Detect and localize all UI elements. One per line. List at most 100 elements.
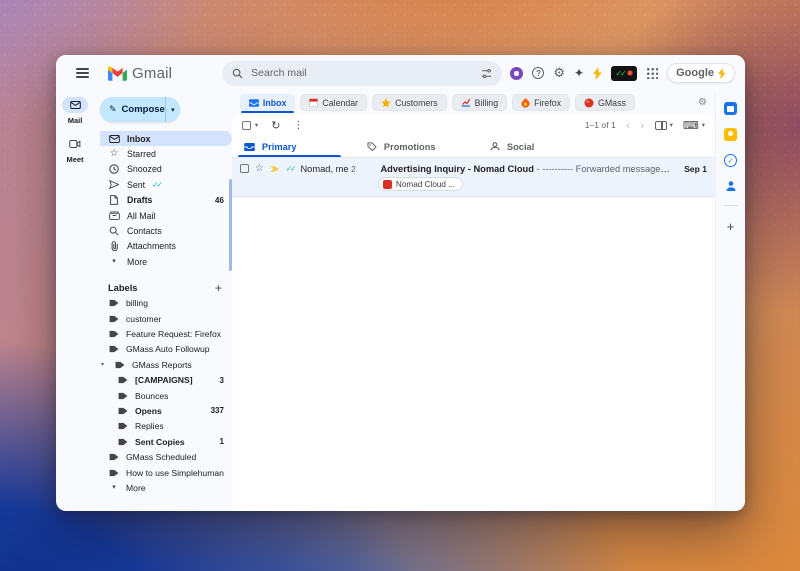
- tab-firefox[interactable]: Firefox: [512, 94, 570, 111]
- labels-more[interactable]: ▾ More: [100, 480, 232, 495]
- reading-pane-icon[interactable]: [654, 120, 667, 130]
- send-icon: [108, 180, 120, 190]
- tab-billing[interactable]: Billing: [451, 94, 508, 111]
- sent-copies-count: 1: [219, 437, 224, 447]
- email-row-line1: ☆ ✓✓ Nomad, me 2 Advertising Inquiry - N…: [239, 163, 707, 174]
- sidebar-scrollbar-thumb[interactable]: [228, 179, 232, 271]
- importance-marker-icon[interactable]: [269, 165, 280, 173]
- sidebar-item-all-mail[interactable]: All Mail: [100, 208, 232, 223]
- keep-panel-icon[interactable]: [724, 128, 737, 141]
- label-campaigns[interactable]: [CAMPAIGNS] 3: [100, 372, 232, 387]
- contacts-panel-icon[interactable]: [725, 180, 737, 192]
- star-icon: ☆: [109, 148, 119, 160]
- sidebar-item-inbox[interactable]: Inbox: [100, 131, 232, 147]
- google-account-pill[interactable]: Google: [667, 63, 735, 83]
- input-tools-keyboard-icon[interactable]: ⌨: [683, 119, 699, 132]
- google-apps-grid-icon[interactable]: [646, 67, 659, 79]
- label-gmass-auto-followup[interactable]: GMass Auto Followup: [100, 342, 232, 357]
- lightning-bolt-icon[interactable]: [593, 66, 603, 80]
- tab-calendar[interactable]: Calendar: [300, 94, 368, 111]
- category-tabs: Primary Promotions Social: [231, 136, 715, 158]
- search-bar[interactable]: Search mail: [222, 60, 503, 86]
- gmass-extension-icon[interactable]: ✓✓: [611, 65, 638, 81]
- sidebar-item-attachments[interactable]: Attachments: [100, 239, 232, 254]
- label-customer[interactable]: customer: [100, 311, 232, 326]
- select-dropdown-caret[interactable]: ▾: [255, 122, 258, 129]
- compose-button[interactable]: ✎ Compose ▾: [100, 97, 180, 122]
- search-options-icon[interactable]: [481, 68, 492, 79]
- search-placeholder: Search mail: [251, 67, 307, 79]
- gmail-window: Gmail Search mail ? ⚙ ✦ ✓✓ Google Mail M…: [56, 55, 745, 511]
- label-gmass-scheduled[interactable]: GMass Scheduled: [100, 449, 232, 464]
- gmail-m-icon: [108, 65, 127, 81]
- email-subject: Advertising Inquiry - Nomad Cloud: [380, 163, 534, 174]
- get-addons-button[interactable]: +: [727, 219, 735, 234]
- pdf-attachment-icon: [382, 179, 392, 189]
- compose-main[interactable]: ✎ Compose: [100, 104, 165, 115]
- more-options-icon[interactable]: ⋮: [293, 120, 303, 131]
- newer-page-icon[interactable]: ‹: [626, 119, 630, 132]
- older-page-icon[interactable]: ›: [640, 119, 644, 132]
- label-tag-icon: [117, 407, 129, 415]
- rail-item-mail[interactable]: Mail: [62, 97, 88, 125]
- reading-pane-caret[interactable]: ▾: [670, 122, 673, 129]
- label-replies[interactable]: Replies: [100, 419, 232, 434]
- settings-gear-icon[interactable]: ⚙: [553, 67, 565, 80]
- sidebar-item-drafts[interactable]: Drafts 46: [100, 193, 232, 208]
- calendar-panel-icon[interactable]: [724, 102, 737, 115]
- label-bounces[interactable]: Bounces: [100, 388, 232, 403]
- tasks-panel-icon[interactable]: ✓: [724, 154, 737, 167]
- gmail-header: Gmail Search mail ? ⚙ ✦ ✓✓ Google: [56, 55, 745, 91]
- help-icon[interactable]: ?: [532, 67, 545, 79]
- tab-inbox[interactable]: Inbox: [239, 94, 296, 113]
- tab-customers[interactable]: Customers: [372, 94, 447, 111]
- extension-icon-purple[interactable]: [510, 66, 524, 80]
- promotions-tag-icon: [367, 142, 377, 151]
- mail-pill: [62, 97, 88, 113]
- gemini-sparkle-icon[interactable]: ✦: [574, 67, 584, 79]
- mail-list-panel: ▾ ↻ ⋮ 1–1 of 1 ‹ › ▾ ⌨ ▾ Primary Promoti…: [231, 114, 715, 511]
- email-date: Sep 1: [684, 163, 707, 174]
- rail-mail-label: Mail: [67, 116, 83, 125]
- sidebar-item-contacts[interactable]: Contacts: [100, 223, 232, 238]
- sidebar-item-snoozed[interactable]: Snoozed: [100, 162, 232, 177]
- label-gmass-reports[interactable]: ▾ GMass Reports: [100, 357, 232, 372]
- email-row[interactable]: ☆ ✓✓ Nomad, me 2 Advertising Inquiry - N…: [231, 158, 715, 197]
- label-tag-icon: [108, 453, 120, 461]
- label-tag-icon: [108, 315, 120, 323]
- star-toggle-icon[interactable]: ☆: [255, 163, 264, 174]
- email-sender: Nomad, me 2: [300, 163, 356, 174]
- label-tag-icon: [117, 438, 129, 446]
- add-label-button[interactable]: +: [215, 281, 222, 295]
- input-tools-caret[interactable]: ▾: [702, 122, 705, 129]
- label-billing[interactable]: billing: [100, 296, 232, 311]
- rail-item-meet[interactable]: Meet: [62, 136, 88, 164]
- main-menu-icon[interactable]: [70, 61, 94, 85]
- sidebar-item-sent[interactable]: Sent ✓✓: [100, 177, 232, 192]
- sidebar-item-more[interactable]: ▾ More: [100, 254, 232, 269]
- collapse-arrow-icon[interactable]: ▾: [101, 361, 108, 368]
- tabstrip-settings-icon[interactable]: ⚙: [698, 97, 707, 108]
- refresh-icon[interactable]: ↻: [271, 119, 280, 132]
- label-feature-request-firefox[interactable]: Feature Request: Firefox: [100, 326, 232, 341]
- customers-star-icon: [381, 98, 391, 107]
- attachment-chip[interactable]: Nomad Cloud ...: [377, 177, 464, 191]
- select-all-checkbox[interactable]: [241, 120, 251, 130]
- email-row-line2: Nomad Cloud ...: [240, 177, 707, 191]
- paperclip-icon: [108, 241, 120, 252]
- tab-gmass[interactable]: GMass: [575, 94, 635, 111]
- thread-count: 2: [351, 163, 356, 174]
- chevron-down-icon: ▾: [112, 483, 116, 492]
- sidebar-item-starred[interactable]: ☆ Starred: [100, 146, 232, 161]
- email-checkbox[interactable]: [239, 164, 249, 173]
- compose-dropdown-caret[interactable]: ▾: [164, 97, 180, 122]
- label-sent-copies[interactable]: Sent Copies 1: [100, 434, 232, 449]
- label-how-to-use-simplehuman[interactable]: How to use Simplehuman: [100, 465, 232, 480]
- label-tag-icon: [117, 392, 129, 400]
- tab-social[interactable]: Social: [478, 136, 601, 157]
- email-snippet: - ---------- Forwarded message ---------…: [536, 163, 673, 174]
- tab-primary[interactable]: Primary: [232, 136, 355, 157]
- workspace-tabstrip: Inbox Calendar Customers Billing Firefox…: [232, 91, 715, 114]
- label-opens[interactable]: Opens 337: [100, 403, 232, 418]
- tab-promotions[interactable]: Promotions: [355, 136, 478, 157]
